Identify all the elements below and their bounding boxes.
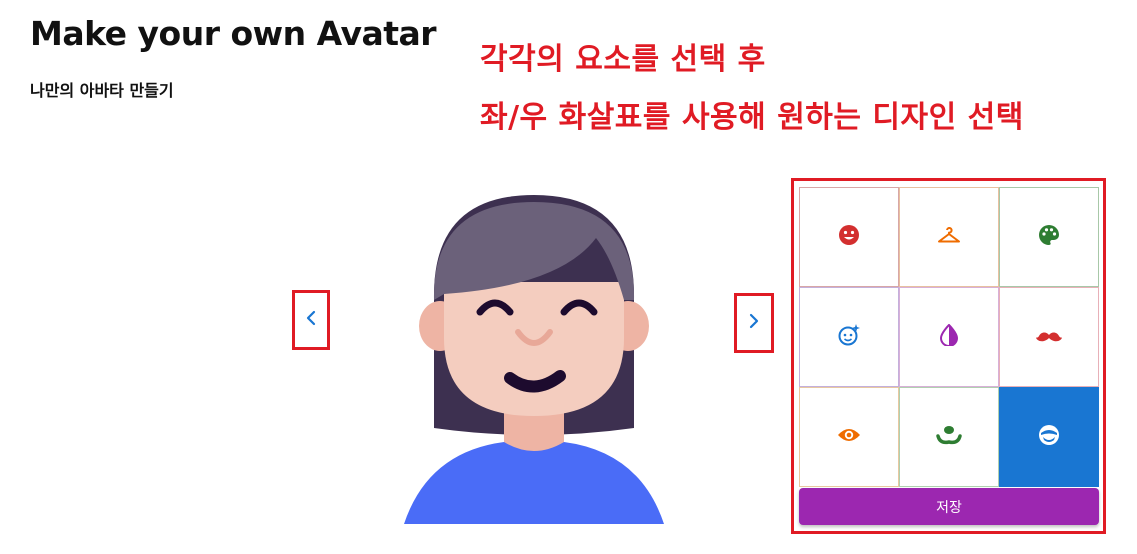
option-skin-button[interactable] — [799, 287, 899, 387]
face-smile-icon — [838, 224, 860, 250]
option-mouth-button[interactable] — [899, 387, 999, 487]
page-title: Make your own Avatar — [30, 14, 437, 53]
hanger-icon — [937, 225, 961, 249]
instruction-line-2: 좌/우 화살표를 사용해 원하는 디자인 선택 — [480, 100, 1024, 135]
save-button[interactable]: 저장 — [799, 488, 1099, 525]
chevron-left-icon — [305, 310, 317, 330]
page-subtitle: 나만의 아바타 만들기 — [30, 81, 174, 100]
prev-option-button[interactable] — [292, 290, 330, 350]
next-option-button[interactable] — [734, 293, 774, 353]
shirt — [404, 442, 664, 524]
mask-face-icon — [1037, 423, 1061, 451]
palette-icon — [1038, 224, 1060, 250]
options-grid — [799, 187, 1099, 487]
option-face-button[interactable] — [799, 187, 899, 287]
option-tone-button[interactable] — [899, 287, 999, 387]
option-mustache-button[interactable] — [999, 287, 1099, 387]
eye-icon — [837, 427, 861, 447]
nose-mouth-icon — [936, 425, 962, 449]
instruction-line-1: 각각의 요소를 선택 후 — [480, 42, 766, 77]
option-eyes-button[interactable] — [799, 387, 899, 487]
option-mask-button[interactable] — [999, 387, 1099, 487]
mustache-icon — [1036, 328, 1062, 347]
tone-drop-icon — [939, 323, 959, 350]
face-sparkle-icon — [837, 323, 861, 351]
avatar-options-panel: 저장 — [791, 178, 1106, 534]
chevron-right-icon — [748, 313, 760, 333]
face — [444, 282, 624, 416]
avatar-preview — [404, 195, 664, 524]
option-clothes-button[interactable] — [899, 187, 999, 287]
option-color-button[interactable] — [999, 187, 1099, 287]
